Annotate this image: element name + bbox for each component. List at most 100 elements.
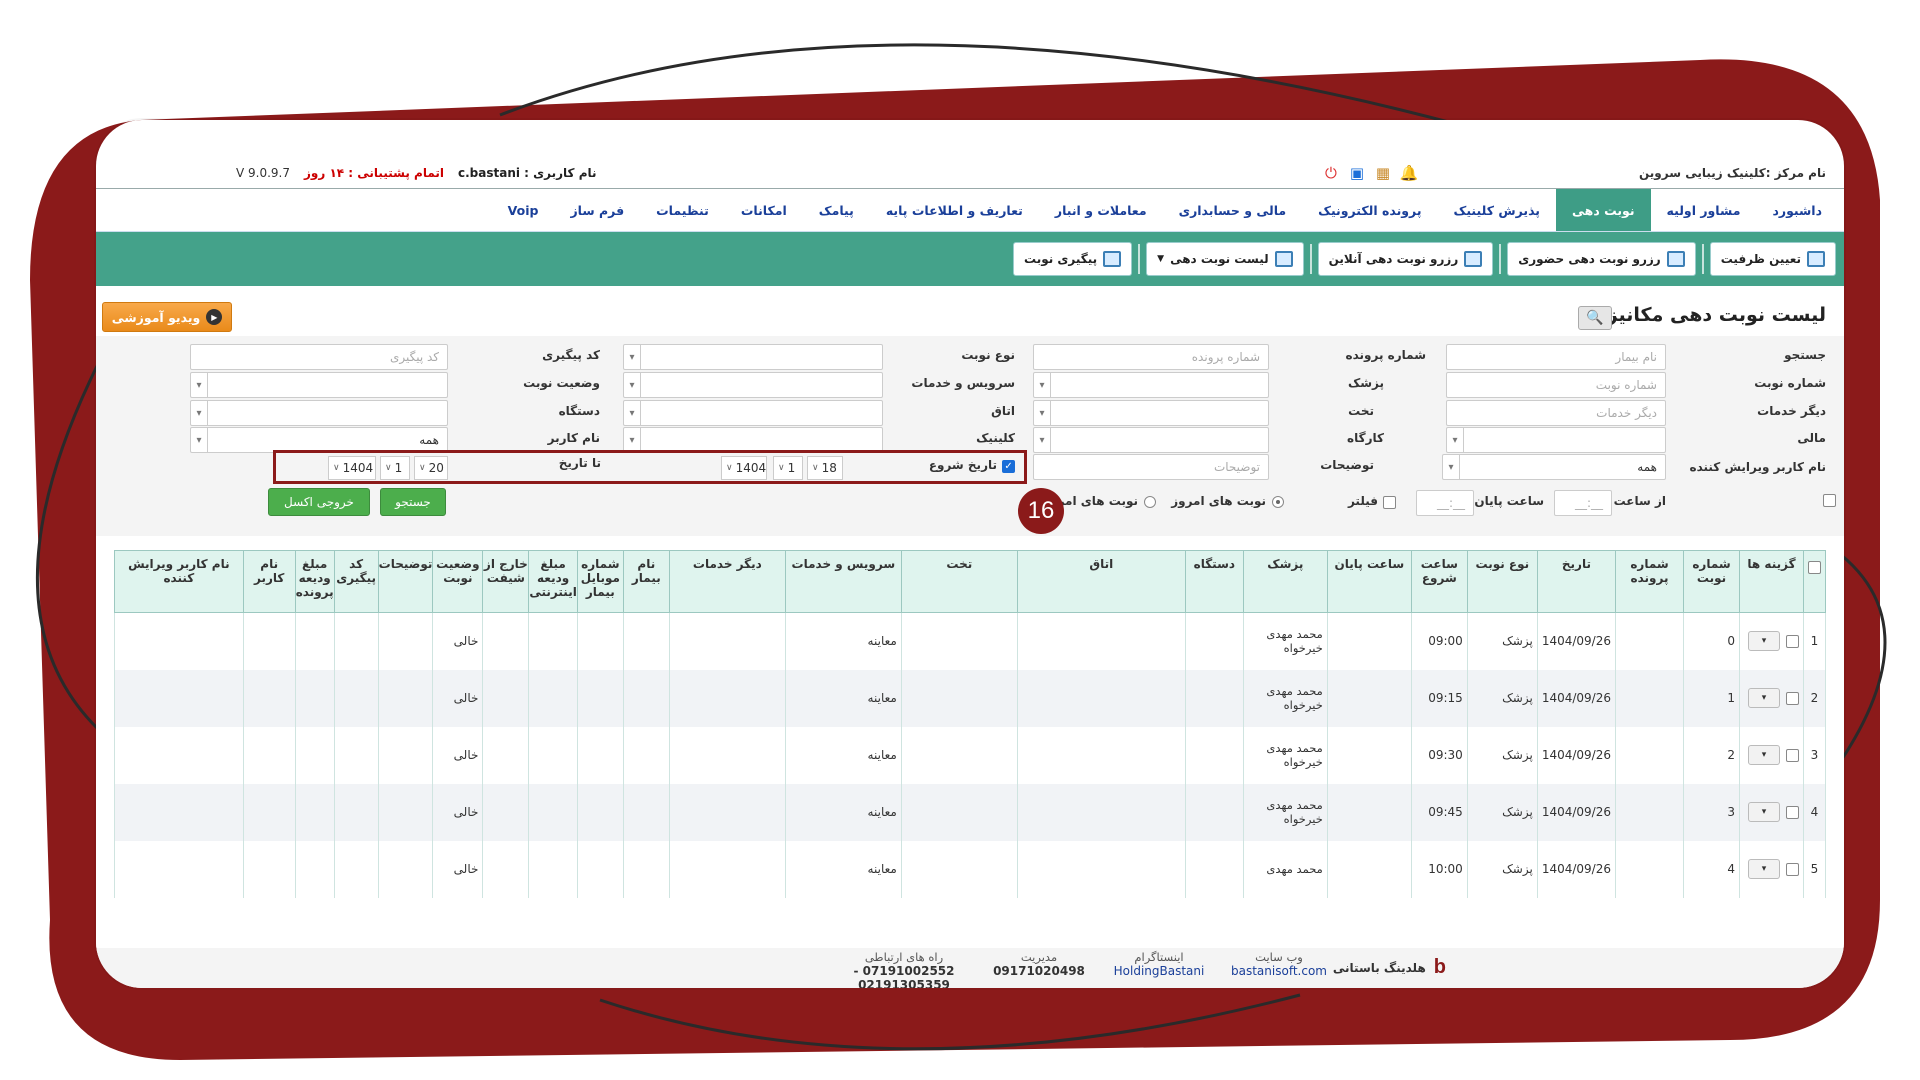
website-link[interactable]: bastanisoft.com: [1224, 964, 1334, 978]
turn-no-input[interactable]: شماره نوبت: [1446, 372, 1666, 398]
calendar-check-icon[interactable]: ▣: [1347, 163, 1367, 183]
nav-clinic-admission[interactable]: پذیرش کلینیک: [1438, 189, 1556, 231]
search-toggle-button[interactable]: 🔍: [1578, 306, 1612, 330]
notes-input[interactable]: توضیحات: [1033, 454, 1269, 480]
row-checkbox[interactable]: [1786, 691, 1799, 705]
end-month-select[interactable]: ∨ 1: [380, 456, 410, 480]
nav-electronic-record[interactable]: پرونده الکترونیک: [1302, 189, 1437, 231]
appointment-list-label: لیست نوبت دهی: [1170, 252, 1269, 266]
set-capacity-button[interactable]: تعیین ظرفیت: [1709, 242, 1836, 276]
end-time-input[interactable]: __:__: [1416, 490, 1474, 516]
row6-checkbox[interactable]: [1823, 494, 1836, 507]
label-filter: فیلتر: [1347, 494, 1378, 508]
row-checkbox[interactable]: [1786, 805, 1799, 819]
row-index: 5: [1803, 840, 1826, 898]
header-room: اتاق: [1016, 550, 1186, 613]
row-options-dropdown[interactable]: ▾: [1748, 631, 1780, 652]
turn-status-select[interactable]: [190, 372, 448, 398]
table-row[interactable]: 3 ▾ 2 1404/09/26 پزشک 09:30 محمد مهدی خیرخواه م…: [114, 726, 1826, 784]
table-row[interactable]: 5 ▾ 4 1404/09/26 پزشک 10:00 محمد مهدی معاینه خال…: [114, 840, 1826, 898]
patient-name-input[interactable]: نام بیمار: [1446, 344, 1666, 370]
instagram-caption: اینستاگرام: [1134, 950, 1184, 964]
play-icon: ▶: [206, 309, 223, 325]
appointment-list-button[interactable]: لیست نوبت دهی ▼: [1146, 242, 1304, 276]
tracking-code-input[interactable]: کد پیگیری: [190, 344, 448, 370]
other-services-input[interactable]: دیگر خدمات: [1446, 400, 1666, 426]
file-no-input[interactable]: شماره پرونده: [1033, 344, 1269, 370]
table-cell: [242, 840, 296, 898]
row-checkbox[interactable]: [1786, 634, 1799, 648]
cell-turn-type: پزشک: [1466, 726, 1538, 784]
filter-checkbox[interactable]: [1383, 496, 1396, 509]
row-options-dropdown[interactable]: ▾: [1748, 688, 1780, 708]
header-doctor: پزشک: [1242, 550, 1328, 613]
nav-sms[interactable]: پیامک: [803, 189, 870, 231]
row-options-dropdown[interactable]: ▾: [1748, 802, 1780, 822]
calendar-icon[interactable]: ▦: [1373, 163, 1393, 183]
from-time-input[interactable]: __:__: [1554, 490, 1612, 516]
service-select[interactable]: [623, 372, 883, 398]
nav-inventory[interactable]: معاملات و انبار: [1039, 189, 1163, 231]
in-person-booking-button[interactable]: رزرو نوبت دهی حضوری: [1507, 242, 1696, 276]
cell-turn-status: خالی: [432, 783, 484, 841]
select-all-checkbox[interactable]: [1808, 561, 1821, 574]
row-options-dropdown[interactable]: ▾: [1748, 859, 1780, 879]
table-row[interactable]: 1 ▾ 0 1404/09/26 پزشک 09:00 محمد مهدی خیرخواه م…: [114, 612, 1826, 670]
search-button[interactable]: جستجو: [380, 488, 446, 516]
today-turns-radio-2[interactable]: [1144, 496, 1156, 508]
workshop-select[interactable]: [1033, 427, 1269, 453]
nav-finance[interactable]: مالی و حسابداری: [1163, 189, 1303, 231]
room-select[interactable]: [623, 400, 883, 426]
online-booking-button[interactable]: رزرو نوبت دهی آنلاین: [1317, 242, 1494, 276]
start-month-value: 1: [787, 461, 796, 475]
row-checkbox[interactable]: [1786, 748, 1799, 762]
table-cell: [242, 612, 296, 670]
bell-icon[interactable]: 🔔: [1399, 163, 1419, 183]
start-day-select[interactable]: ∨ 18: [807, 456, 843, 480]
header-patient-name: نام بیمار: [622, 550, 670, 613]
nav-settings[interactable]: تنظیمات: [640, 189, 725, 231]
nav-consultant[interactable]: مشاور اولیه: [1651, 189, 1757, 231]
today-turns-radio-1[interactable]: [1272, 496, 1284, 508]
end-year-select[interactable]: ∨ 1404: [328, 456, 376, 480]
row-options-dropdown[interactable]: ▾: [1748, 745, 1780, 765]
bed-select[interactable]: [1033, 400, 1269, 426]
start-date-checkbox[interactable]: ✓: [1002, 460, 1015, 473]
cell-turn-type: پزشک: [1466, 840, 1538, 898]
table-row[interactable]: 4 ▾ 3 1404/09/26 پزشک 09:45 محمد مهدی خیرخواه م…: [114, 783, 1826, 841]
financial-select[interactable]: [1446, 427, 1666, 453]
instagram-link[interactable]: HoldingBastani: [1094, 964, 1224, 978]
track-appointment-button[interactable]: پیگیری نوبت: [1013, 242, 1133, 276]
table-row[interactable]: 2 ▾ 1 1404/09/26 پزشک 09:15 محمد مهدی خیرخواه م…: [114, 669, 1826, 727]
turn-type-select[interactable]: [623, 344, 883, 370]
start-month-select[interactable]: ∨ 1: [773, 456, 803, 480]
end-day-value: 20: [428, 461, 444, 475]
table-cell: [377, 612, 434, 670]
excel-export-button[interactable]: خروجی اکسل: [268, 488, 370, 516]
cell-doctor: محمد مهدی خیرخواه: [1242, 726, 1328, 784]
footer: b هلدینگ باستانی وب سایت bastanisoft.com…: [96, 948, 1844, 988]
table-cell: [528, 726, 578, 784]
table-cell: [114, 669, 244, 727]
label-start-date: تاریخ شروع: [928, 458, 997, 472]
cell-turn-type: پزشک: [1466, 612, 1538, 670]
power-icon[interactable]: ⏻: [1321, 163, 1341, 183]
header-service: سرویس و خدمات: [784, 550, 902, 613]
nav-facilities[interactable]: امکانات: [725, 189, 803, 231]
nav-form-builder[interactable]: فرم ساز: [554, 189, 640, 231]
row-options: ▾: [1744, 859, 1799, 879]
table-cell: [1016, 783, 1186, 841]
nav-appointments[interactable]: نوبت دهی: [1556, 189, 1651, 231]
device-select[interactable]: [190, 400, 448, 426]
row-checkbox[interactable]: [1786, 862, 1799, 876]
training-video-button[interactable]: ▶ ویدیو آموزشی: [102, 302, 232, 332]
start-year-select[interactable]: ∨ 1404: [721, 456, 767, 480]
nav-definitions[interactable]: تعاریف و اطلاعات پایه: [870, 189, 1039, 231]
nav-dashboard[interactable]: داشبورد: [1756, 189, 1838, 231]
cell-doctor: محمد مهدی خیرخواه: [1242, 669, 1328, 727]
editor-select[interactable]: همه: [1442, 454, 1666, 480]
select-all-header[interactable]: [1803, 550, 1826, 613]
end-day-select[interactable]: ∨ 20: [414, 456, 448, 480]
nav-voip[interactable]: Voip: [492, 189, 555, 231]
doctor-select[interactable]: [1033, 372, 1269, 398]
